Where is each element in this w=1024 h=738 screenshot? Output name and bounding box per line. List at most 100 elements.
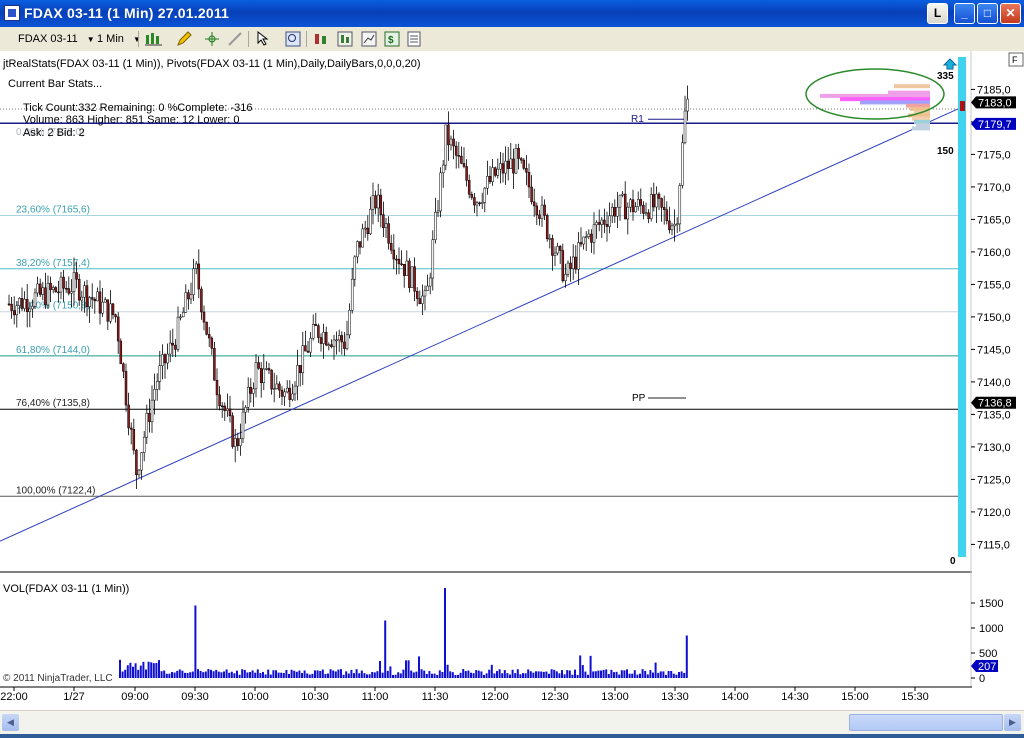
volume-bar <box>280 673 282 678</box>
properties-icon[interactable] <box>313 31 329 47</box>
candle-body <box>307 351 309 352</box>
maximize-button[interactable]: □ <box>977 3 998 24</box>
candle-body <box>104 300 106 302</box>
volume-bar <box>288 674 290 678</box>
volume-bar <box>361 671 363 678</box>
taskbar-edge <box>0 734 1024 738</box>
candle-body <box>268 368 270 370</box>
candle-body <box>247 387 249 407</box>
candle-body <box>502 164 504 174</box>
indicator-header: jtRealStats(FDAX 03-11 (1 Min)), Pivots(… <box>2 58 421 70</box>
candle-body <box>359 242 361 248</box>
scroll-right-icon[interactable]: ▶ <box>1004 714 1021 731</box>
link-button[interactable]: L <box>927 3 948 24</box>
volume-bar <box>519 674 521 678</box>
profile-top-count: 335 <box>937 71 954 82</box>
candle-body <box>661 199 663 208</box>
data-box-icon[interactable] <box>406 31 422 47</box>
volume-bar <box>457 675 459 678</box>
close-button[interactable]: ✕ <box>1000 3 1021 24</box>
fib-label: 61,80% (7144,0) <box>16 345 90 356</box>
volume-bar <box>551 669 553 678</box>
chart-canvas[interactable]: jtRealStats(FDAX 03-11 (1 Min)), Pivots(… <box>0 51 1024 710</box>
dollar-icon[interactable]: $ <box>384 31 400 47</box>
volume-bar <box>413 672 415 678</box>
volume-bar <box>262 672 264 678</box>
pencil-draw-icon[interactable] <box>176 31 192 47</box>
candle-body <box>463 163 465 166</box>
window-title: FDAX 03-11 (1 Min) 27.01.2011 <box>24 5 229 21</box>
volume-bar <box>379 661 381 678</box>
volume-bar <box>148 662 150 678</box>
candle-body <box>317 326 319 338</box>
candle-body <box>541 205 543 219</box>
candle-body <box>354 257 356 279</box>
volume-bar <box>215 670 217 678</box>
candle-body <box>640 199 642 205</box>
volume-bar <box>319 671 321 678</box>
candle-body <box>551 238 553 255</box>
candle-body <box>200 289 202 312</box>
volume-bar <box>283 673 285 678</box>
instrument-dropdown[interactable]: FDAX 03-11 ▼ <box>14 30 99 48</box>
zoom-icon[interactable] <box>285 31 301 47</box>
volume-bar <box>142 662 144 678</box>
strategy-icon[interactable] <box>361 31 377 47</box>
volume-bar <box>631 674 633 678</box>
horizontal-scrollbar[interactable]: ◀ ▶ <box>0 710 1024 735</box>
candle-body <box>611 207 613 216</box>
minimize-button[interactable]: _ <box>954 3 975 24</box>
volume-bar <box>621 670 623 678</box>
profile-bottom-count: 0 <box>950 556 956 567</box>
candle-body <box>297 365 299 386</box>
crosshair-icon[interactable] <box>204 31 220 47</box>
pointer-icon[interactable] <box>256 31 272 47</box>
volume-bar <box>345 671 347 678</box>
candle-body <box>16 306 18 315</box>
candle-body <box>442 165 444 173</box>
candle-body <box>159 366 161 382</box>
candle-body <box>507 161 509 169</box>
price-tick-label: 7125,0 <box>977 474 1011 486</box>
volume-panel-header: VOL(FDAX 03-11 (1 Min)) <box>3 583 129 595</box>
time-tick-label: 1/27 <box>63 691 84 703</box>
candle-body <box>55 288 57 292</box>
indicators-icon[interactable] <box>337 31 353 47</box>
volume-bar <box>496 671 498 678</box>
volume-bar <box>480 671 482 678</box>
candle-body <box>679 185 681 223</box>
candle-body <box>372 196 374 210</box>
volume-bar <box>153 663 155 678</box>
candle-body <box>325 332 327 345</box>
volume-bar <box>553 670 555 678</box>
candle-body <box>549 238 551 239</box>
price-tick-label: 7135,0 <box>977 409 1011 421</box>
candle-body <box>450 139 452 145</box>
volume-bar <box>569 670 571 678</box>
scroll-thumb[interactable] <box>849 714 1003 731</box>
pivot-r1-label: R1 <box>631 114 644 125</box>
chart-style-icon[interactable] <box>145 31 161 47</box>
candle-body <box>575 257 577 269</box>
candle-body <box>68 289 70 294</box>
volume-bar <box>252 670 254 678</box>
volume-bar <box>343 675 345 678</box>
volume-bar <box>241 669 243 678</box>
volume-bar <box>236 671 238 678</box>
volume-bar <box>571 675 573 678</box>
candle-body <box>671 226 673 230</box>
volume-bar <box>564 674 566 678</box>
volume-bar <box>363 673 365 678</box>
pan-icon[interactable] <box>227 31 243 47</box>
volume-bar <box>660 671 662 678</box>
volume-bar <box>623 670 625 678</box>
volume-bar <box>356 669 358 678</box>
scroll-left-icon[interactable]: ◀ <box>2 714 19 731</box>
candle-body <box>265 368 267 369</box>
volume-bar <box>428 671 430 678</box>
volume-bar <box>558 673 560 678</box>
volume-bar <box>639 674 641 678</box>
instrument-label: FDAX 03-11 <box>18 33 78 45</box>
volume-bar <box>317 670 319 678</box>
volume-bar <box>265 674 267 678</box>
